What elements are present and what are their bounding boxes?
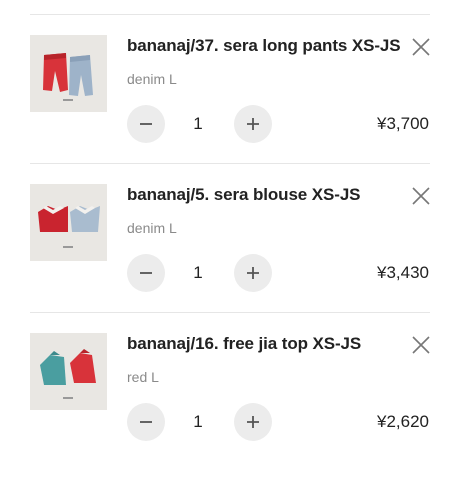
minus-icon xyxy=(140,421,152,423)
minus-icon xyxy=(140,272,152,274)
item-divider xyxy=(30,312,430,313)
top-divider xyxy=(30,14,430,15)
item-price: ¥3,430 xyxy=(377,263,429,282)
minus-icon xyxy=(140,123,152,125)
item-divider xyxy=(30,163,430,164)
increase-quantity-button[interactable] xyxy=(234,105,272,143)
product-title[interactable]: bananaj/37. sera long pants XS-JS xyxy=(127,36,401,56)
product-variant: denim L xyxy=(127,220,177,236)
top-thumbnail-icon xyxy=(30,333,107,410)
increase-quantity-button[interactable] xyxy=(234,254,272,292)
remove-item-button[interactable] xyxy=(410,185,432,207)
product-title[interactable]: bananaj/5. sera blouse XS-JS xyxy=(127,185,361,205)
item-price: ¥3,700 xyxy=(377,114,429,133)
product-thumbnail[interactable] xyxy=(30,35,107,112)
quantity-value: 1 xyxy=(193,114,203,133)
plus-icon xyxy=(247,267,259,279)
product-thumbnail[interactable] xyxy=(30,333,107,410)
blouse-thumbnail-icon xyxy=(30,184,107,261)
remove-item-button[interactable] xyxy=(410,36,432,58)
cart-item: bananaj/5. sera blouse XS-JS denim L 1 ¥… xyxy=(0,184,460,332)
plus-icon xyxy=(247,416,259,428)
close-icon xyxy=(412,187,430,205)
quantity-value: 1 xyxy=(193,263,203,282)
remove-item-button[interactable] xyxy=(410,334,432,356)
cart-item: bananaj/37. sera long pants XS-JS denim … xyxy=(0,35,460,183)
decrease-quantity-button[interactable] xyxy=(127,254,165,292)
product-thumbnail[interactable] xyxy=(30,184,107,261)
decrease-quantity-button[interactable] xyxy=(127,105,165,143)
pants-thumbnail-icon xyxy=(30,35,107,112)
cart-item: bananaj/16. free jia top XS-JS red L 1 ¥… xyxy=(0,333,460,481)
increase-quantity-button[interactable] xyxy=(234,403,272,441)
close-icon xyxy=(412,336,430,354)
product-variant: denim L xyxy=(127,71,177,87)
product-title[interactable]: bananaj/16. free jia top XS-JS xyxy=(127,334,361,354)
close-icon xyxy=(412,38,430,56)
product-variant: red L xyxy=(127,369,159,385)
decrease-quantity-button[interactable] xyxy=(127,403,165,441)
plus-icon xyxy=(247,118,259,130)
quantity-value: 1 xyxy=(193,412,203,431)
item-price: ¥2,620 xyxy=(377,412,429,431)
